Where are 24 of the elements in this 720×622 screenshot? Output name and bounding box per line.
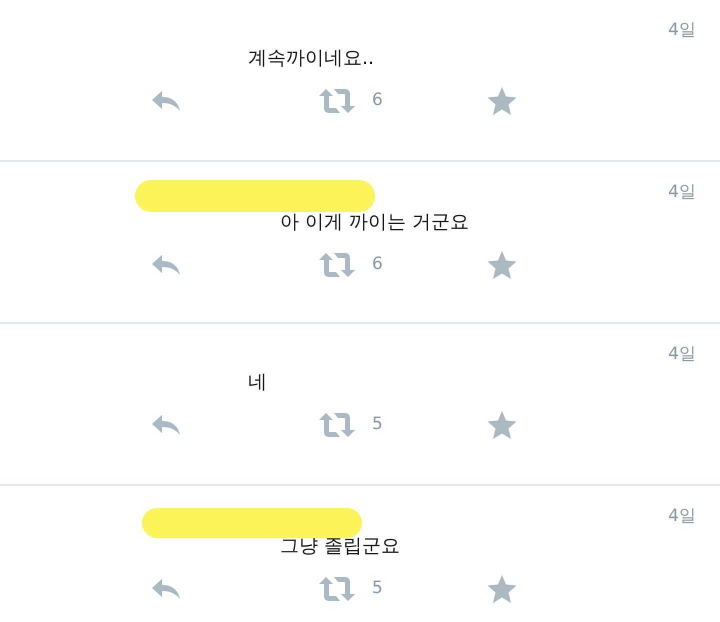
retweet-icon[interactable] [318, 88, 356, 114]
retweet-count: 6 [372, 253, 383, 276]
tweet-text: 네 [248, 371, 267, 393]
star-icon[interactable] [486, 87, 517, 115]
retweet-count: 5 [372, 577, 383, 600]
tweet-date: 4일 [668, 505, 696, 528]
reply-icon[interactable] [150, 253, 182, 277]
tweet-date: 4일 [668, 343, 696, 366]
tweet-text: 계속까이네요.. [248, 47, 374, 69]
tweet-text: 그냥 졸립군요 [280, 535, 400, 557]
star-icon[interactable] [486, 251, 517, 279]
retweet-icon[interactable] [318, 252, 356, 278]
retweet-count: 5 [372, 413, 383, 436]
tweet-date: 4일 [668, 19, 696, 42]
tweet-date: 4일 [668, 181, 696, 204]
retweet-icon[interactable] [318, 576, 356, 602]
reply-icon[interactable] [150, 413, 182, 437]
retweet-count: 6 [372, 89, 383, 112]
tweet-text: 아 이게 까이는 거군요 [280, 211, 470, 233]
star-icon[interactable] [486, 411, 517, 439]
retweet-icon[interactable] [318, 412, 356, 438]
reply-icon[interactable] [150, 89, 182, 113]
star-icon[interactable] [486, 575, 517, 603]
reply-icon[interactable] [150, 577, 182, 601]
